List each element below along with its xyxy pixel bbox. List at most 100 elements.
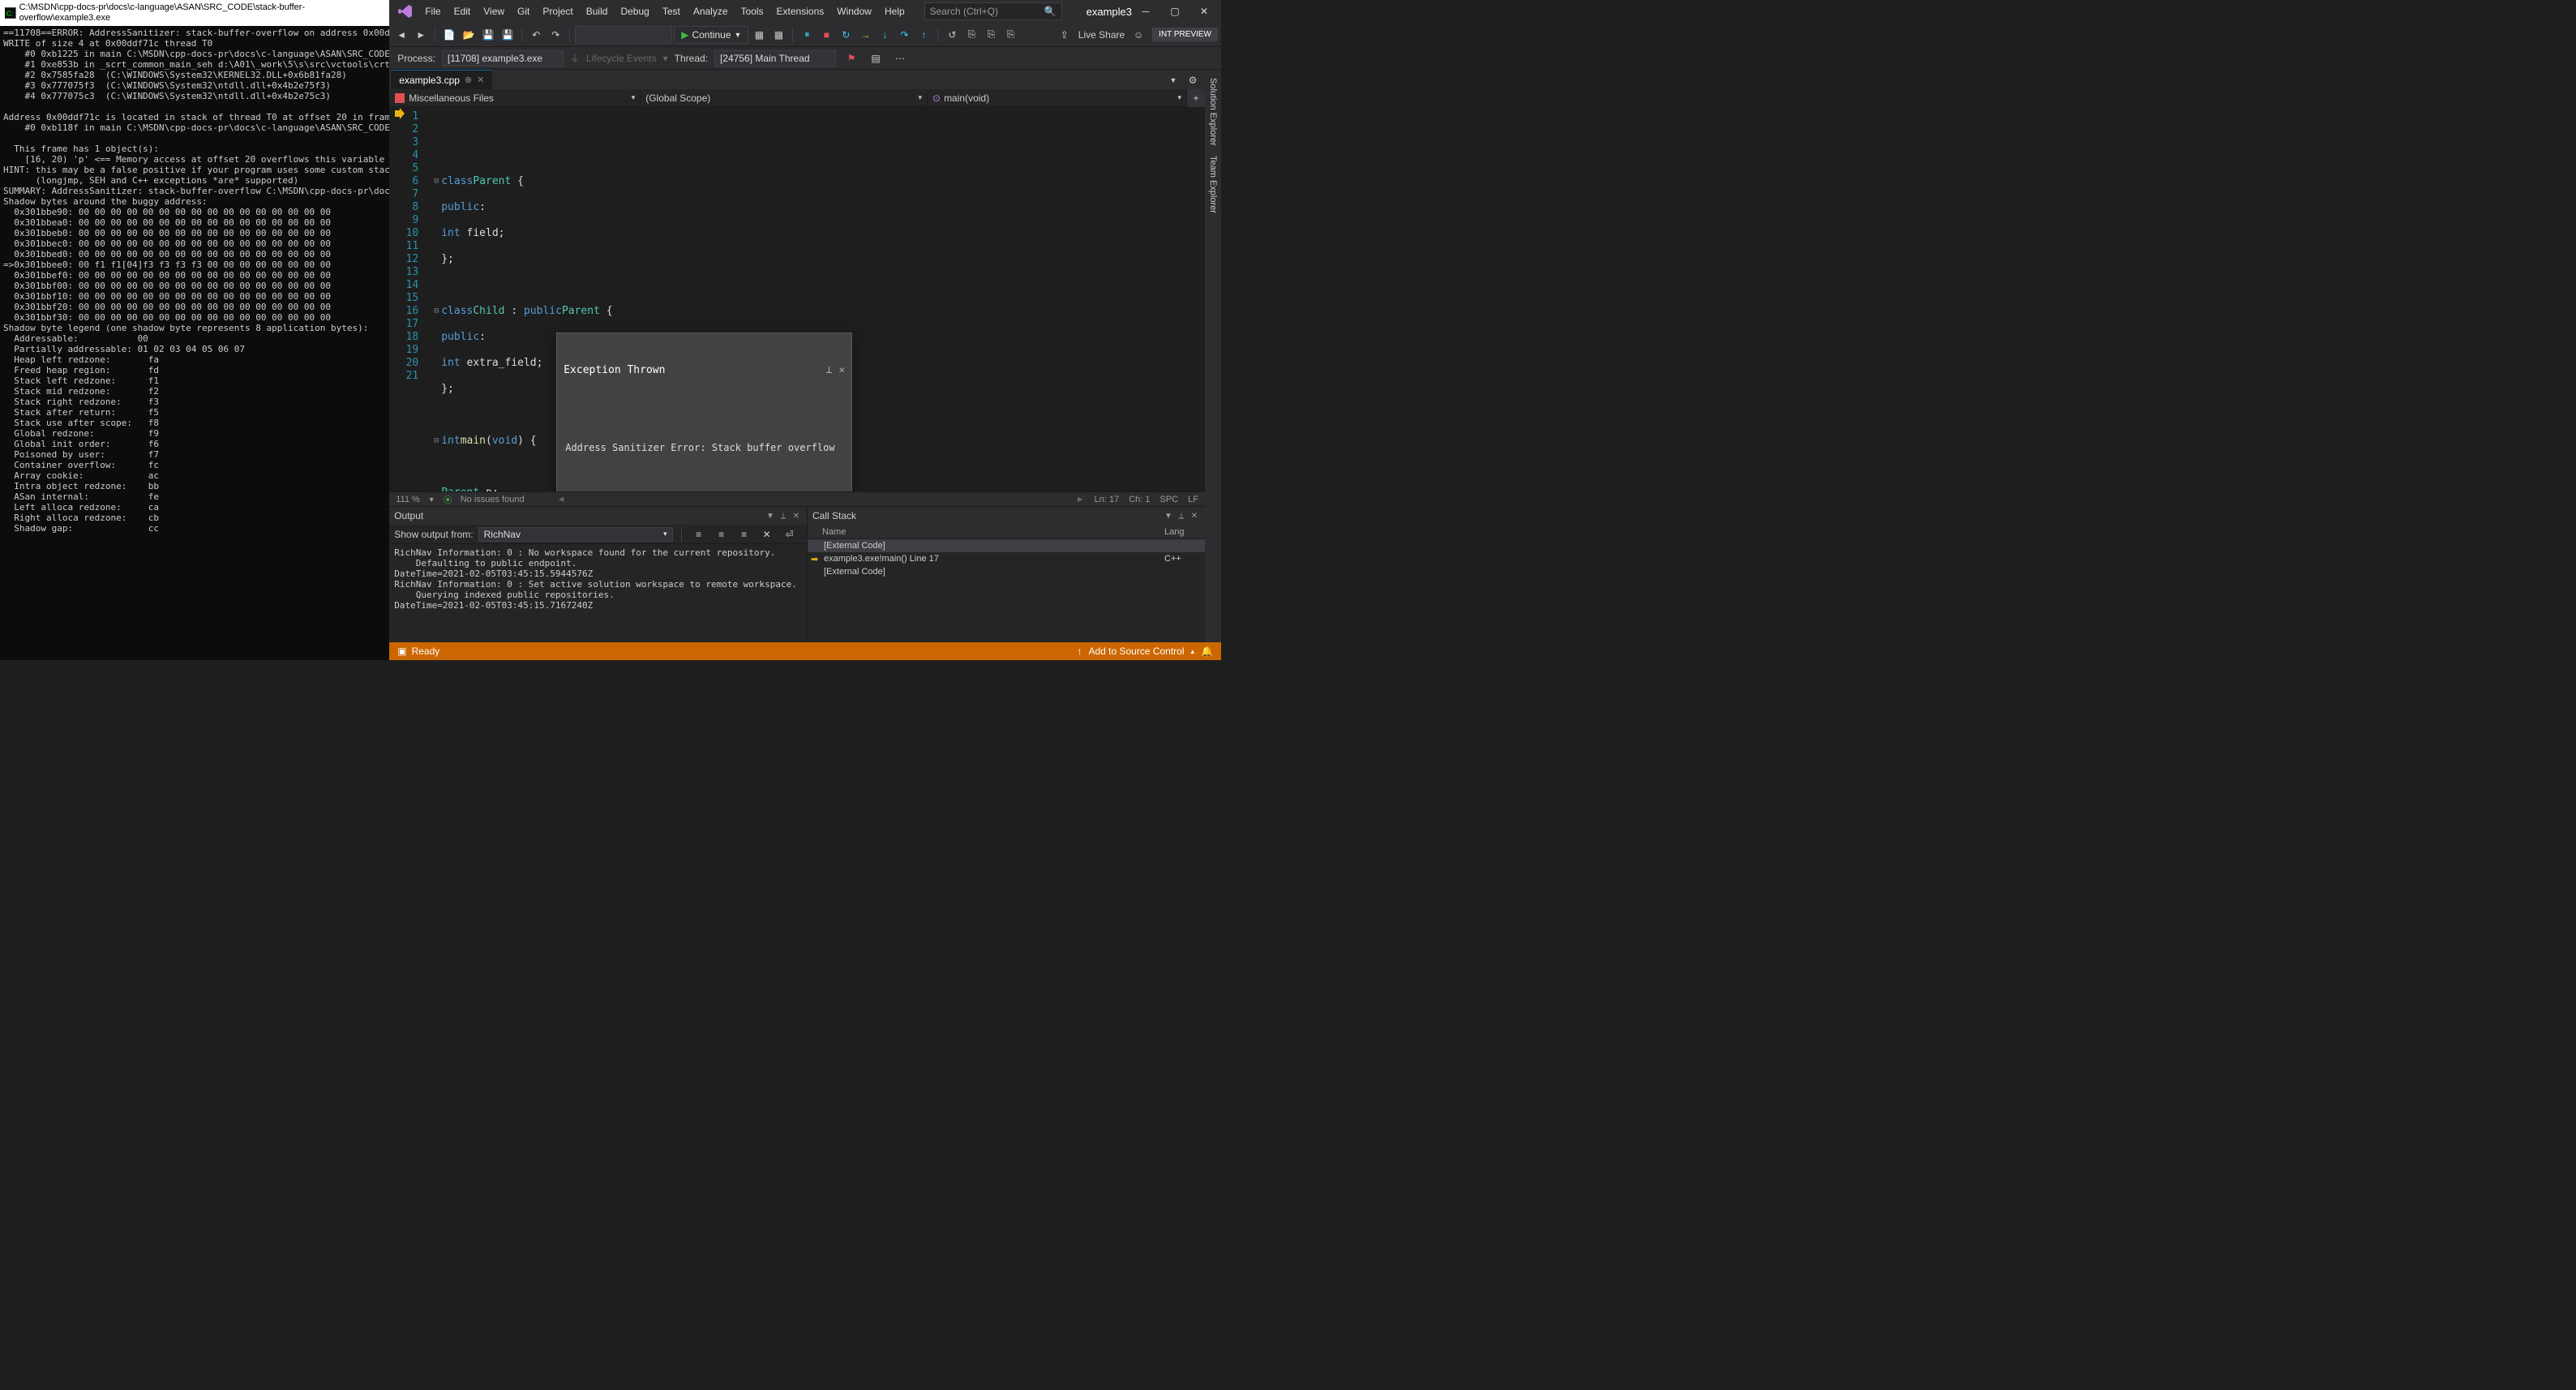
menu-help[interactable]: Help [878,2,911,20]
step-out-button[interactable]: ↑ [915,26,932,44]
next-statement-button[interactable]: → [856,26,874,44]
stack-row[interactable]: [External Code] [808,539,1205,552]
menu-window[interactable]: Window [830,2,878,20]
stop-button[interactable]: ■ [817,26,835,44]
pin-icon[interactable]: ⟂ [778,510,789,521]
toolbar-button[interactable]: ↺ [943,26,961,44]
output-title[interactable]: Output [394,510,765,521]
restart-button[interactable]: ↻ [837,26,855,44]
code-content[interactable]: ⊟class Parent { public: int field; }; ⊟c… [426,107,1205,491]
menu-view[interactable]: View [477,2,511,20]
zoom-level[interactable]: 111 % [396,495,420,504]
nav-forward-button[interactable]: ► [412,26,430,44]
close-tab-icon[interactable]: ✕ [477,75,484,85]
console-body[interactable]: ==11708==ERROR: AddressSanitizer: stack-… [0,26,389,660]
plus-icon[interactable]: + [1187,89,1205,107]
menu-debug[interactable]: Debug [614,2,655,20]
flag-icon[interactable]: ⚑ [842,49,860,67]
callstack-title[interactable]: Call Stack [812,510,1163,521]
new-item-button[interactable]: 📄 [440,26,458,44]
bottom-panes: Output ▼ ⟂ ✕ Show output from: RichNav ▾ [389,506,1205,642]
nav-member[interactable]: ⊙ main(void) ▾ [928,89,1187,106]
col-indicator[interactable]: Ch: 1 [1129,495,1150,504]
gear-icon[interactable]: ⚙ [1184,71,1202,89]
notifications-icon[interactable]: 🔔 [1201,646,1213,657]
output-body[interactable]: RichNav Information: 0 : No workspace fo… [389,544,807,642]
nav-back-button[interactable]: ◄ [392,26,410,44]
callstack-header[interactable]: Name Lang [808,525,1205,539]
toolbar-button[interactable]: ▦ [750,26,768,44]
nav-project[interactable]: Miscellaneous Files ▾ [389,89,641,106]
menu-extensions[interactable]: Extensions [770,2,831,20]
search-box[interactable]: Search (Ctrl+Q) 🔍 [924,2,1062,20]
stack-row[interactable]: [External Code] [808,565,1205,578]
menu-file[interactable]: File [418,2,447,20]
live-share-label[interactable]: Live Share [1078,29,1125,41]
pane-dropdown-icon[interactable]: ▼ [765,510,776,521]
close-popup-icon[interactable]: ✕ [838,364,845,377]
output-source-dropdown[interactable]: RichNav ▾ [478,527,673,542]
feedback-button[interactable]: ☺ [1129,26,1147,44]
open-button[interactable]: 📂 [460,26,478,44]
window-dropdown-icon[interactable]: ▼ [1164,71,1182,89]
menu-edit[interactable]: Edit [448,2,478,20]
pause-button[interactable]: ⏸ [798,26,816,44]
menu-git[interactable]: Git [511,2,536,20]
stack-row[interactable]: ➡ example3.exe!main() Line 17 C++ [808,552,1205,565]
add-source-control-label[interactable]: Add to Source Control [1088,646,1184,657]
undo-button[interactable]: ↶ [527,26,545,44]
eol-indicator[interactable]: LF [1188,495,1198,504]
wrap-button[interactable]: ⏎ [781,526,799,543]
scroll-right-icon[interactable]: ► [1076,495,1085,504]
indent-indicator[interactable]: SPC [1160,495,1179,504]
stack-frame-icon[interactable]: ▤ [867,49,885,67]
tab-example3[interactable]: example3.cpp ⊕ ✕ [391,70,492,89]
menu-tools[interactable]: Tools [735,2,770,20]
no-issues-label[interactable]: No issues found [461,495,525,504]
step-into-button[interactable]: ↓ [876,26,894,44]
save-all-button[interactable]: 💾 [499,26,516,44]
output-tool-button[interactable]: ≡ [690,526,708,543]
pin-icon[interactable]: ⊕ [465,75,472,85]
pin-icon[interactable]: ⟂ [1176,510,1187,521]
continue-button[interactable]: ▶ Continue ▼ [674,26,748,44]
pane-dropdown-icon[interactable]: ▼ [1163,510,1174,521]
add-source-control-icon[interactable]: ↑ [1077,646,1082,657]
toolbar-button[interactable]: ⋯ [891,49,909,67]
maximize-button[interactable]: ▢ [1161,0,1189,23]
code-editor[interactable]: 123456789101112131415161718192021 ⊟class… [389,107,1205,491]
toolbar-button[interactable]: ▦ [769,26,787,44]
config-dropdown[interactable] [575,26,672,44]
menu-project[interactable]: Project [536,2,579,20]
toolbar-button[interactable]: ⎘ [982,26,1000,44]
close-pane-icon[interactable]: ✕ [1189,510,1200,521]
save-button[interactable]: 💾 [479,26,497,44]
nav-scope[interactable]: (Global Scope) ▾ [641,89,928,106]
process-dropdown[interactable]: [11708] example3.exe [442,50,564,66]
minimize-button[interactable]: ─ [1132,0,1159,23]
rail-solution-explorer[interactable]: Solution Explorer [1207,73,1219,151]
current-line-arrow-icon [394,107,405,120]
toolbar-button[interactable]: ⎘ [962,26,980,44]
scroll-left-icon[interactable]: ◄ [557,495,566,504]
menu-analyze[interactable]: Analyze [687,2,735,20]
close-button[interactable]: ✕ [1190,0,1218,23]
output-tool-button[interactable]: ≡ [713,526,731,543]
clear-output-button[interactable]: ✕ [758,526,776,543]
menu-build[interactable]: Build [580,2,615,20]
line-indicator[interactable]: Ln: 17 [1095,495,1120,504]
console-titlebar[interactable]: C: C:\MSDN\cpp-docs-pr\docs\c-language\A… [0,0,389,26]
thread-dropdown[interactable]: [24756] Main Thread [714,50,836,66]
rail-team-explorer[interactable]: Team Explorer [1207,151,1219,218]
redo-button[interactable]: ↷ [546,26,564,44]
live-share-icon[interactable]: ⇪ [1056,26,1074,44]
pin-icon[interactable]: ⟂ [826,364,833,377]
close-pane-icon[interactable]: ✕ [791,510,802,521]
chevron-up-icon[interactable]: ▴ [1191,647,1195,656]
toolbar-button[interactable]: ⎘ [1001,26,1019,44]
output-tool-button[interactable]: ≡ [735,526,753,543]
menu-test[interactable]: Test [656,2,687,20]
chevron-down-icon[interactable]: ▼ [428,496,435,504]
step-over-button[interactable]: ↷ [895,26,913,44]
lifecycle-label[interactable]: Lifecycle Events [586,53,657,64]
